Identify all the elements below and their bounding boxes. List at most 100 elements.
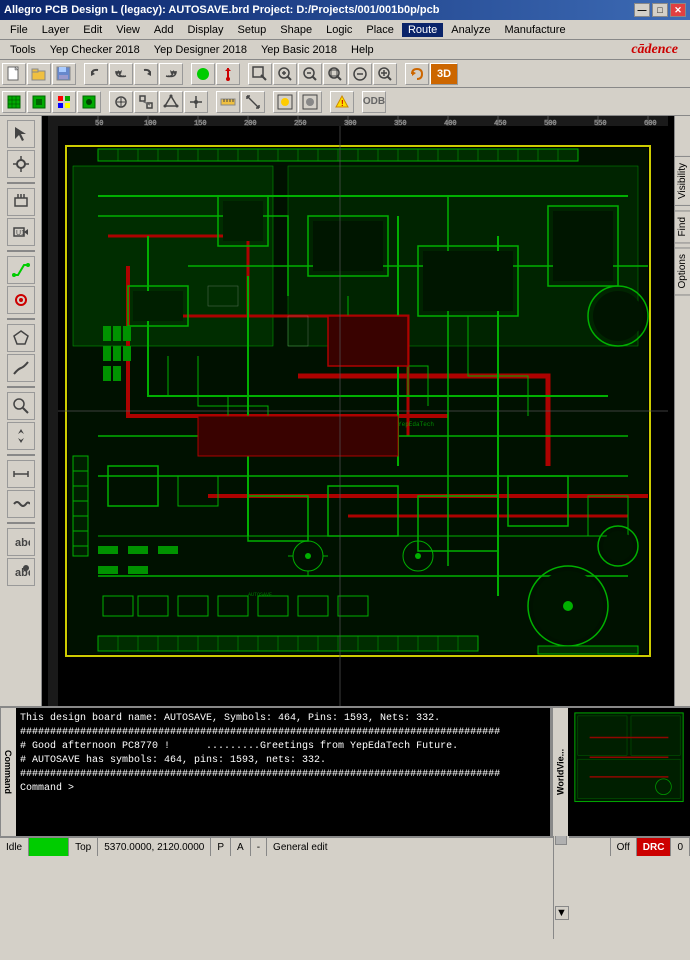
redo-button[interactable] xyxy=(159,63,183,85)
menu-file[interactable]: File xyxy=(4,23,34,37)
odd-button[interactable]: ODB xyxy=(362,91,386,113)
lp-dim-tool[interactable] xyxy=(7,460,35,488)
line-icon xyxy=(12,359,30,377)
zoom-in-button[interactable] xyxy=(273,63,297,85)
dehighlight-button[interactable] xyxy=(298,91,322,113)
snap-on-button[interactable] xyxy=(109,91,133,113)
lp-crosshair[interactable]: abc xyxy=(7,558,35,586)
lp-zoom-tool[interactable] xyxy=(7,392,35,420)
menu-setup[interactable]: Setup xyxy=(232,23,273,37)
menu-place[interactable]: Place xyxy=(360,23,400,37)
options-tab[interactable]: Options xyxy=(674,247,690,295)
menu-route[interactable]: Route xyxy=(402,23,443,37)
lp-line-tool[interactable] xyxy=(7,354,35,382)
zoom-out-button[interactable] xyxy=(298,63,322,85)
undo-button[interactable] xyxy=(84,63,108,85)
menu-help[interactable]: Help xyxy=(345,43,380,57)
menu-layer[interactable]: Layer xyxy=(36,23,76,37)
zoom-next-button[interactable] xyxy=(373,63,397,85)
zoom-fit-button[interactable] xyxy=(323,63,347,85)
lp-wave-tool[interactable] xyxy=(7,490,35,518)
save-button[interactable] xyxy=(52,63,76,85)
grid2-icon xyxy=(31,94,47,110)
save-icon xyxy=(56,66,72,82)
menu-add[interactable]: Add xyxy=(148,23,180,37)
maximize-button[interactable]: □ xyxy=(652,3,668,17)
svg-text:350: 350 xyxy=(394,120,407,128)
ruler-icon xyxy=(220,94,236,110)
scroll-track xyxy=(555,825,568,905)
drc-button[interactable]: ! xyxy=(330,91,354,113)
find-tab[interactable]: Find xyxy=(674,210,690,243)
mini-map-canvas[interactable] xyxy=(568,708,690,836)
snap4-button[interactable] xyxy=(184,91,208,113)
scroll-down-btn[interactable]: ▼ xyxy=(555,906,569,920)
svg-text:200: 200 xyxy=(244,120,257,128)
cmd-line-1: This design board name: AUTOSAVE, Symbol… xyxy=(20,712,546,726)
undo2-button[interactable] xyxy=(109,63,133,85)
menu-yep-checker[interactable]: Yep Checker 2018 xyxy=(44,43,146,57)
grid3-button[interactable] xyxy=(77,91,101,113)
svg-text:400: 400 xyxy=(444,120,457,128)
menu-yep-designer[interactable]: Yep Designer 2018 xyxy=(148,43,253,57)
grid-toggle-button[interactable] xyxy=(2,91,26,113)
3d-button[interactable]: 3D xyxy=(430,63,458,85)
minimize-button[interactable]: — xyxy=(634,3,650,17)
lp-pan-tool[interactable] xyxy=(7,422,35,450)
refresh-button[interactable] xyxy=(405,63,429,85)
menu-view[interactable]: View xyxy=(110,23,146,37)
color-grid-button[interactable] xyxy=(52,91,76,113)
pcb-canvas[interactable]: YepEdaTech AUTOSAVE xyxy=(42,116,674,706)
grid2-button[interactable] xyxy=(27,91,51,113)
zoom-window-button[interactable] xyxy=(248,63,272,85)
menu-display[interactable]: Display xyxy=(181,23,229,37)
lp-sep-4 xyxy=(7,386,35,388)
lp-point-tool[interactable] xyxy=(7,150,35,178)
redo-back-button[interactable] xyxy=(134,63,158,85)
lp-via-tool[interactable] xyxy=(7,286,35,314)
lp-shape-tool[interactable] xyxy=(7,324,35,352)
lp-route-tool[interactable] xyxy=(7,256,35,284)
menu-analyze[interactable]: Analyze xyxy=(445,23,496,37)
new-icon xyxy=(6,66,22,82)
lp-text-tool[interactable]: abc xyxy=(7,528,35,556)
cmd-line-4: # AUTOSAVE has symbols: 464, pins: 1593,… xyxy=(20,754,546,768)
lp-component-tool[interactable] xyxy=(7,188,35,216)
snap3-button[interactable] xyxy=(159,91,183,113)
odd-label: ODB xyxy=(363,96,385,107)
window-title: Allegro PCB Design L (legacy): AUTOSAVE.… xyxy=(4,4,439,16)
cmd-line-3: # Good afternoon PC8770 ! .........Greet… xyxy=(20,740,546,754)
svg-text:550: 550 xyxy=(594,120,607,128)
measure-button[interactable] xyxy=(241,91,265,113)
close-button[interactable]: ✕ xyxy=(670,3,686,17)
menu-manufacture[interactable]: Manufacture xyxy=(498,23,571,37)
command-text[interactable]: This design board name: AUTOSAVE, Symbol… xyxy=(16,708,550,836)
zoom-prev-button[interactable] xyxy=(348,63,372,85)
lp-label-tool[interactable]: U1 xyxy=(7,218,35,246)
highlight-button[interactable] xyxy=(273,91,297,113)
snap2-button[interactable] xyxy=(134,91,158,113)
lp-select-tool[interactable] xyxy=(7,120,35,148)
status-drc: DRC xyxy=(637,838,672,856)
menu-yep-basic[interactable]: Yep Basic 2018 xyxy=(255,43,343,57)
via-icon xyxy=(12,291,30,309)
ruler-button[interactable] xyxy=(216,91,240,113)
menu-edit[interactable]: Edit xyxy=(77,23,108,37)
mini-map-label: WorldVie... xyxy=(552,708,568,836)
left-panel: U1 abc xyxy=(0,116,42,706)
hilight-button[interactable] xyxy=(191,63,215,85)
grid-toggle-icon xyxy=(6,94,22,110)
snap4-icon xyxy=(188,94,204,110)
menu-shape[interactable]: Shape xyxy=(274,23,318,37)
open-button[interactable] xyxy=(27,63,51,85)
menu-logic[interactable]: Logic xyxy=(320,23,358,37)
snap-on-icon xyxy=(113,94,129,110)
svg-text:50: 50 xyxy=(95,120,103,128)
visibility-tab[interactable]: Visibility xyxy=(674,156,690,206)
new-button[interactable] xyxy=(2,63,26,85)
status-mode: Idle xyxy=(0,838,29,856)
menu-tools[interactable]: Tools xyxy=(4,43,42,57)
pin-button[interactable] xyxy=(216,63,240,85)
zoom-window-icon xyxy=(252,66,268,82)
svg-text:500: 500 xyxy=(544,120,557,128)
